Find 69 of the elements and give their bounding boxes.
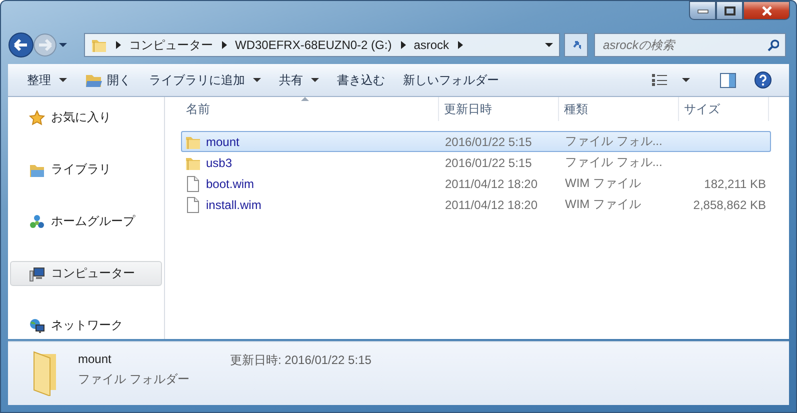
sidebar-item[interactable]: ネットワーク xyxy=(10,313,162,338)
folder-icon xyxy=(85,72,103,88)
search-field[interactable]: asrockの検索 xyxy=(594,33,786,57)
size-cell-text: 182,211 KB xyxy=(703,176,767,190)
file-name: mount xyxy=(206,134,240,148)
date-cell-text: 2016/01/22 5:15 xyxy=(444,156,533,170)
close-icon xyxy=(760,6,772,16)
sidebar-item[interactable]: ライブラリ xyxy=(10,157,162,182)
file-icon xyxy=(185,196,201,212)
refresh-icon xyxy=(571,38,581,52)
close-button[interactable] xyxy=(743,1,790,20)
type-cell-text: ファイル フォル... xyxy=(564,154,664,171)
folder-icon xyxy=(91,37,107,53)
address-bar[interactable]: コンピューター WD30EFRX-68EUZN0-2 (G:) asrock xyxy=(84,33,560,57)
refresh-button[interactable] xyxy=(564,33,588,57)
modified-date: 更新日時: 2016/01/22 5:15 xyxy=(230,352,372,369)
maximize-button[interactable] xyxy=(716,1,743,20)
file-row[interactable]: install.wim 2011/04/12 18:20 WIM ファイル 2,858,862 KB xyxy=(181,194,771,215)
type-cell-text: WIM ファイル xyxy=(564,175,642,192)
column-header[interactable]: 名前 xyxy=(181,97,439,121)
breadcrumb[interactable]: WD30EFRX-68EUZN0-2 (G:) xyxy=(235,38,392,52)
column-header[interactable]: 更新日時 xyxy=(439,97,559,121)
back-button[interactable] xyxy=(8,32,34,58)
search-icon xyxy=(767,39,779,52)
date-cell-text: 2011/04/12 18:20 xyxy=(444,176,539,190)
column-header[interactable]: サイズ xyxy=(679,97,769,121)
file-name: boot.wim xyxy=(206,176,254,190)
type-cell-text: WIM ファイル xyxy=(564,196,642,213)
computer-icon xyxy=(29,266,45,282)
sidebar-item[interactable]: コンピューター xyxy=(10,261,162,286)
star-icon xyxy=(29,110,45,126)
chevron-icon xyxy=(400,41,406,49)
menu-button[interactable]: ライブラリに追加 xyxy=(142,68,268,92)
dropdown-icon xyxy=(545,42,553,48)
chevron-icon xyxy=(221,41,227,49)
item-name: mount xyxy=(78,352,112,366)
network-icon xyxy=(29,318,45,334)
homegroup-icon xyxy=(29,214,45,230)
menu-button[interactable]: 整理 xyxy=(20,68,74,92)
preview-pane-icon xyxy=(720,72,736,88)
minimize-button[interactable] xyxy=(689,1,716,20)
breadcrumb[interactable]: コンピューター xyxy=(129,36,213,54)
minimize-icon xyxy=(696,8,708,14)
item-type: ファイル フォルダー xyxy=(78,371,190,388)
file-name: usb3 xyxy=(206,156,232,170)
size-cell-text: 2,858,862 KB xyxy=(692,198,767,212)
history-dropdown[interactable] xyxy=(58,41,68,49)
help-icon xyxy=(754,71,772,89)
toolbar-button[interactable]: 書き込む xyxy=(330,68,392,92)
sidebar-item[interactable]: ホームグループ xyxy=(10,209,162,234)
file-row[interactable]: mount 2016/01/22 5:15 ファイル フォル... xyxy=(181,131,771,152)
date-cell-text: 2011/04/12 18:20 xyxy=(444,198,539,212)
chevron-icon xyxy=(115,41,121,49)
maximize-icon xyxy=(724,6,736,16)
file-name: install.wim xyxy=(206,198,262,212)
list-view-icon xyxy=(652,74,668,86)
chevron-icon xyxy=(457,41,464,49)
toolbar-button[interactable]: 新しいフォルダー xyxy=(396,68,506,92)
file-row[interactable]: boot.wim 2011/04/12 18:20 WIM ファイル 182,211 KB xyxy=(181,173,771,194)
caret-icon xyxy=(682,78,690,82)
file-row[interactable]: usb3 2016/01/22 5:15 ファイル フォル... xyxy=(181,152,771,173)
type-cell-text: ファイル フォル... xyxy=(564,133,664,150)
column-header[interactable]: 種類 xyxy=(559,97,679,121)
sidebar-item[interactable]: お気に入り xyxy=(10,105,162,130)
menu-button[interactable]: 共有 xyxy=(272,68,326,92)
breadcrumb[interactable]: asrock xyxy=(414,38,450,52)
file-icon xyxy=(185,176,201,192)
date-cell-text: 2016/01/22 5:15 xyxy=(444,134,533,148)
toolbar-button[interactable]: 開く xyxy=(78,68,138,92)
